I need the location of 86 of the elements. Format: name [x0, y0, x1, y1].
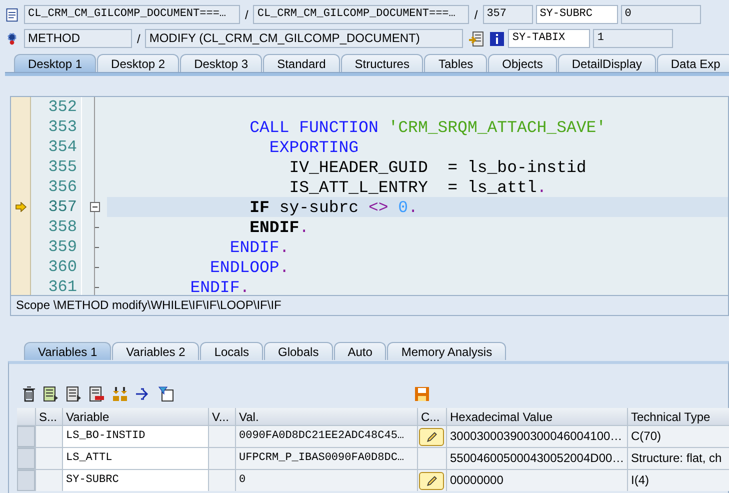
- variables-tab[interactable]: Memory Analysis: [387, 342, 506, 360]
- type-cell: Structure: flat, ch: [628, 448, 729, 469]
- variable-cell: SY-SUBRC: [63, 470, 208, 491]
- code-line: IS_ATT_L_ENTRY = ls_attl.: [288, 178, 547, 196]
- program-field: CL_CRM_CM_GILCOMP_DOCUMENT===…: [24, 5, 240, 24]
- code-line: IF sy-subrc <> 0.: [248, 198, 418, 216]
- variable-cell: LS_ATTL: [63, 448, 208, 469]
- column-header[interactable]: C...: [418, 408, 446, 425]
- column-header[interactable]: S...: [36, 408, 62, 425]
- type-cell: C(70): [628, 426, 729, 447]
- desktop-tab[interactable]: Objects: [488, 54, 557, 72]
- desktop-tab[interactable]: Standard: [263, 54, 340, 72]
- desktop-tab[interactable]: Desktop 1: [14, 54, 96, 72]
- code-line: ENDIF.: [228, 238, 290, 256]
- desktop-tab[interactable]: Structures: [340, 54, 424, 72]
- desktop-tab[interactable]: DetailDisplay: [558, 54, 656, 72]
- separator-slash: /: [244, 8, 250, 22]
- line-number: 357: [48, 198, 77, 216]
- column-header[interactable]: Hexadecimal Value: [447, 408, 627, 425]
- hex-cell: 550046005000430052004D00…: [447, 448, 627, 469]
- line-number: 354: [48, 138, 77, 156]
- value-cell: 0: [236, 470, 417, 491]
- table-cell: [36, 426, 62, 447]
- event-field: MODIFY (CL_CRM_CM_GILCOMP_DOCUMENT): [145, 29, 464, 48]
- line-number: 353: [48, 118, 77, 136]
- gear-icon: [5, 32, 19, 46]
- variables-tab[interactable]: Variables 2: [112, 342, 200, 360]
- code-line: IV_HEADER_GUID = ls_bo-instid: [288, 158, 586, 176]
- code-line: ENDIF.: [248, 218, 310, 236]
- trash-icon[interactable]: [22, 386, 36, 402]
- line-number: 358: [48, 218, 77, 236]
- line-number: 356: [48, 178, 77, 196]
- hex-cell: 300030003900300046004100…: [447, 426, 627, 447]
- navigate-icon[interactable]: [468, 30, 484, 46]
- table-cell: [209, 470, 235, 491]
- hex-cell: 00000000: [447, 470, 627, 491]
- column-header[interactable]: Variable: [63, 408, 208, 425]
- system-field-name: SY-SUBRC: [536, 5, 618, 24]
- code-line: CALL FUNCTION 'CRM_SRQM_ATTACH_SAVE': [248, 118, 606, 136]
- variable-cell: LS_BO-INSTID: [63, 426, 208, 447]
- variables-tab[interactable]: Locals: [200, 342, 263, 360]
- code-line: EXPORTING: [268, 138, 359, 156]
- pencil-icon: [426, 474, 438, 486]
- separator-slash: /: [473, 8, 479, 22]
- desktop-tab[interactable]: Data Exp: [656, 54, 729, 72]
- separator-slash: /: [136, 32, 142, 46]
- table-cell: [209, 448, 235, 469]
- system-field-value: 1: [593, 29, 674, 48]
- variables-tab[interactable]: Auto: [334, 342, 386, 360]
- column-header[interactable]: Val.: [236, 408, 417, 425]
- table-cell: [209, 426, 235, 447]
- table-cell: [36, 448, 62, 469]
- desktop-tab[interactable]: Desktop 3: [180, 54, 262, 72]
- line-number: 360: [48, 258, 77, 276]
- desktop-tab[interactable]: Desktop 2: [97, 54, 180, 72]
- filter-icon[interactable]: [158, 386, 174, 402]
- document-delete-icon[interactable]: [89, 386, 105, 402]
- type-field: METHOD: [24, 29, 132, 48]
- code-line: ENDIF.: [189, 278, 250, 295]
- document-import-icon[interactable]: [43, 386, 59, 402]
- value-cell: 0090FA0D8DC21EE2ADC48C45…: [236, 426, 417, 447]
- include-field: CL_CRM_CM_GILCOMP_DOCUMENT===…: [253, 5, 470, 24]
- variables-tab[interactable]: Globals: [264, 342, 333, 360]
- arrows-icon[interactable]: [135, 386, 151, 402]
- system-field-value: 0: [620, 5, 701, 24]
- desktop-tab[interactable]: Tables: [424, 54, 488, 72]
- type-cell: I(4): [628, 470, 729, 491]
- columns-icon[interactable]: [112, 386, 128, 402]
- table-cell: [36, 470, 62, 491]
- program-icon: [5, 8, 19, 22]
- line-number: 359: [48, 238, 77, 256]
- line-field: 357: [482, 5, 533, 24]
- column-header[interactable]: V...: [209, 408, 235, 425]
- collapse-icon[interactable]: [90, 202, 100, 212]
- pencil-icon: [426, 430, 438, 442]
- line-number: 352: [48, 98, 77, 116]
- column-header[interactable]: Technical Type: [628, 408, 729, 425]
- code-line: ENDLOOP.: [209, 258, 290, 276]
- save-icon[interactable]: [414, 386, 430, 402]
- info-icon[interactable]: [489, 30, 506, 46]
- value-cell: UFPCRM_P_IBAS0090FA0D8DC…: [236, 448, 417, 469]
- variables-tab[interactable]: Variables 1: [24, 342, 112, 360]
- document-icon[interactable]: [66, 386, 82, 402]
- line-number: 355: [48, 158, 77, 176]
- line-number: 361: [48, 278, 77, 295]
- system-field-name: SY-TABIX: [508, 29, 590, 48]
